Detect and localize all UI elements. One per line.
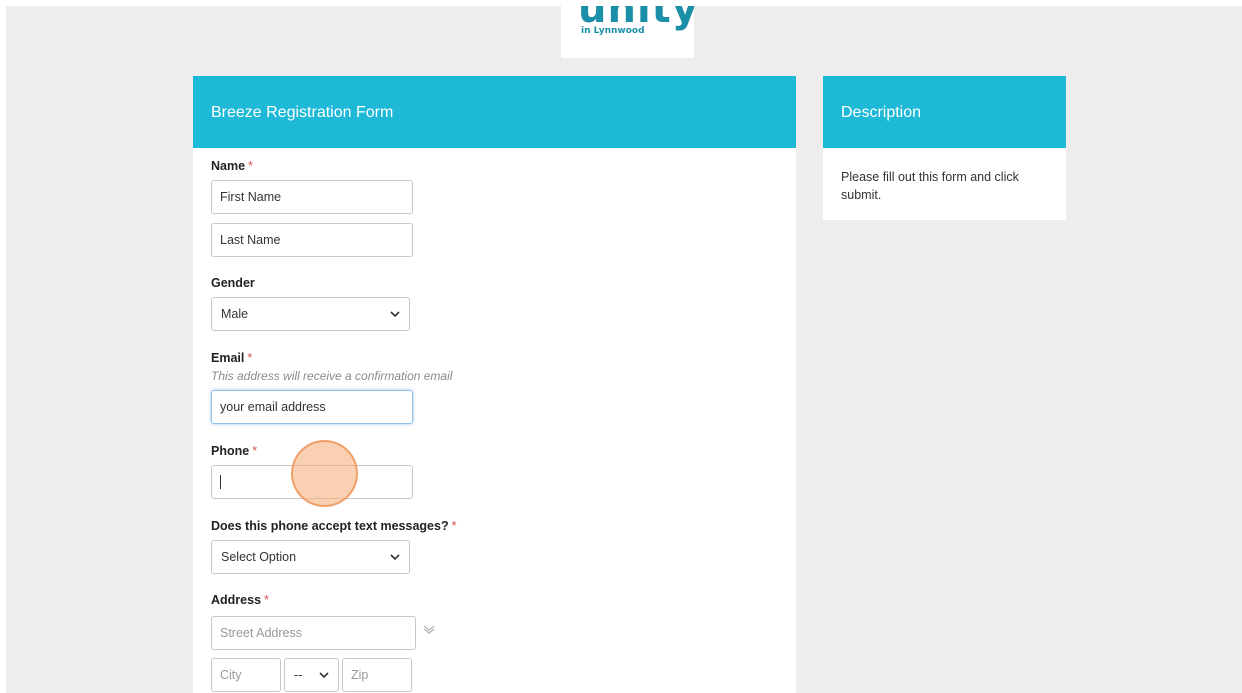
description-panel: Description Please fill out this form an…	[823, 76, 1066, 220]
zip-input[interactable]: Zip	[342, 658, 412, 692]
state-select[interactable]: --	[284, 658, 339, 692]
phone-label: Phone *	[211, 444, 258, 458]
gender-label: Gender	[211, 276, 255, 290]
required-marker: *	[247, 351, 253, 365]
description-text: Please fill out this form and click subm…	[841, 170, 1019, 202]
email-input[interactable]: your email address	[211, 390, 413, 424]
gender-select[interactable]: Male	[211, 297, 410, 331]
address-label: Address *	[211, 593, 269, 607]
chevron-down-icon	[390, 554, 400, 561]
email-label: Email *	[211, 351, 253, 365]
chevron-down-icon	[319, 672, 329, 679]
required-marker: *	[451, 519, 457, 533]
text-messages-select[interactable]: Select Option	[211, 540, 410, 574]
chevron-down-icon	[390, 311, 400, 318]
logo: unity in Lynnwood	[561, 6, 694, 58]
name-label: Name *	[211, 159, 253, 173]
description-title: Description	[823, 76, 1066, 148]
required-marker: *	[252, 444, 258, 458]
city-input[interactable]: City	[211, 658, 281, 692]
last-name-input[interactable]: Last Name	[211, 223, 413, 257]
click-indicator	[291, 440, 358, 507]
registration-form-panel: Breeze Registration Form Name * First Nam…	[193, 76, 796, 693]
logo-subtitle: in Lynnwood	[581, 26, 645, 36]
required-marker: *	[264, 593, 269, 607]
email-hint: This address will receive a confirmation…	[211, 369, 453, 383]
form-title: Breeze Registration Form	[193, 76, 796, 148]
street-address-input[interactable]: Street Address	[211, 616, 416, 650]
text-cursor	[220, 475, 221, 489]
first-name-input[interactable]: First Name	[211, 180, 413, 214]
expand-chevron-icon[interactable]	[423, 625, 435, 635]
required-marker: *	[248, 159, 253, 173]
text-messages-label: Does this phone accept text messages? *	[211, 519, 457, 533]
